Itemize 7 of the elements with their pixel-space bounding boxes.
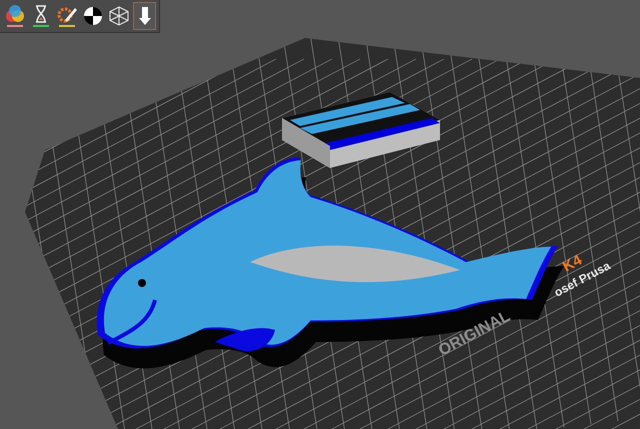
quartered-circle-icon [82,6,102,26]
hourglass-icon [34,5,48,23]
toolbar-button[interactable] [133,2,156,30]
wireframe-cube-icon [108,6,128,26]
color-circles-icon [4,5,24,23]
down-arrow-icon [138,6,152,26]
gear-pencil-icon [56,5,76,23]
